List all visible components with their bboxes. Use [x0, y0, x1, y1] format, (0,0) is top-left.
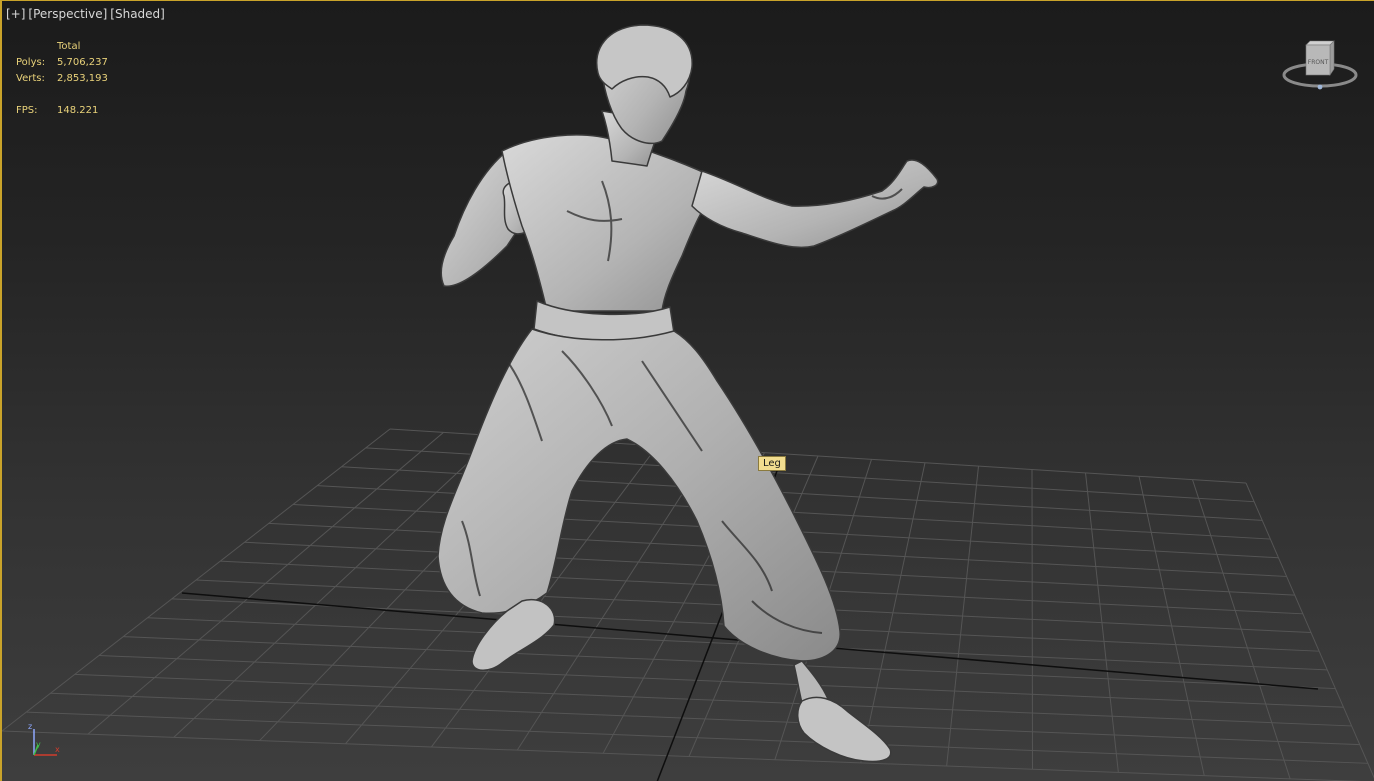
axis-z-label: z — [28, 722, 32, 731]
axis-y-label: y — [36, 740, 41, 749]
viewcube[interactable]: FRONT — [1282, 39, 1362, 95]
model-right-foot — [797, 696, 892, 763]
viewcube-top-face[interactable] — [1305, 40, 1335, 46]
character-model[interactable] — [2, 1, 1374, 781]
axis-tripod: z y x — [28, 722, 60, 756]
axis-x-label: x — [55, 745, 60, 754]
viewcube-front-label: FRONT — [1308, 59, 1329, 66]
perspective-viewport[interactable]: [+] [Perspective] [Shaded] Total Polys: 5… — [0, 0, 1374, 781]
viewcube-compass-marker[interactable] — [1317, 84, 1323, 90]
model-right-arm — [691, 159, 939, 249]
object-tooltip: Leg — [758, 456, 786, 471]
model-pants — [437, 328, 841, 662]
model-right-leg — [793, 660, 829, 704]
viewcube-right-face[interactable] — [1329, 40, 1335, 76]
